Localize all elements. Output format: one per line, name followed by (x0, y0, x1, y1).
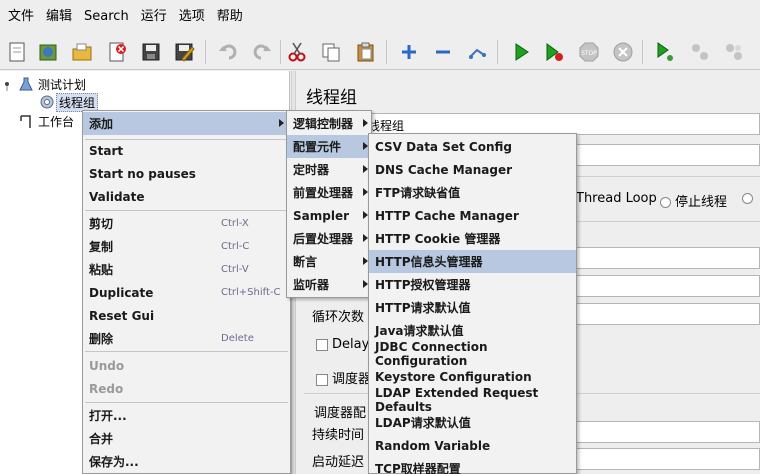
config-item-tcp-sampler-config[interactable]: TCP取样器配置 (369, 457, 576, 474)
toolbar-separator (205, 40, 206, 64)
menu-help[interactable]: 帮助 (211, 0, 249, 34)
stop-test-radio[interactable] (742, 193, 753, 204)
tree-node-workbench[interactable]: 工作台 (18, 112, 76, 130)
open-icon[interactable] (68, 38, 96, 66)
submenu-item-logic-controller[interactable]: 逻辑控制器 (287, 112, 371, 135)
submenu-item-timer[interactable]: 定时器 (287, 158, 371, 181)
test-plan-icon (19, 77, 33, 91)
menu-item-start[interactable]: Start (83, 139, 290, 162)
config-item-ftp-defaults[interactable]: FTP请求缺省值 (369, 181, 576, 204)
config-item-random-variable[interactable]: Random Variable (369, 434, 576, 457)
menu-file[interactable]: 文件 (2, 0, 40, 34)
close-icon[interactable] (103, 38, 131, 66)
menu-item-reset-gui[interactable]: Reset Gui (83, 304, 290, 327)
menu-item-undo: Undo (89, 358, 125, 373)
save-icon[interactable] (137, 38, 165, 66)
menu-item-paste[interactable]: 粘贴 Ctrl-V (83, 258, 290, 281)
menu-run[interactable]: 运行 (135, 0, 173, 34)
gear-icon (40, 95, 54, 109)
config-item-ldap-extended-defaults[interactable]: LDAP Extended Request Defaults (369, 386, 576, 414)
scheduler-checkbox[interactable]: 调度器 (316, 368, 371, 387)
tree-toggle-icon[interactable] (2, 77, 18, 91)
submenu-item-listener[interactable]: 监听器 (287, 273, 371, 296)
save-as-icon[interactable] (170, 38, 198, 66)
remote-start-icon[interactable] (651, 38, 679, 66)
stop-thread-radio[interactable] (660, 197, 671, 208)
config-item-http-cookie-manager[interactable]: HTTP Cookie 管理器 (369, 227, 576, 250)
remote-stop-icon[interactable] (686, 38, 714, 66)
start-icon[interactable] (507, 38, 535, 66)
menu-search[interactable]: Search (78, 0, 135, 34)
undo-icon[interactable] (214, 38, 242, 66)
menu-options[interactable]: 选项 (173, 0, 211, 34)
config-item-http-cache-manager[interactable]: HTTP Cache Manager (369, 204, 576, 227)
menu-edit[interactable]: 编辑 (40, 0, 78, 34)
workbench-icon (20, 115, 31, 128)
stop-icon[interactable]: STOP (575, 38, 603, 66)
menu-item-delete[interactable]: 删除 Delete (83, 327, 290, 350)
config-element-submenu: CSV Data Set Config DNS Cache Manager FT… (368, 133, 577, 474)
stop-test-option[interactable] (742, 191, 757, 206)
config-item-dns-cache-manager[interactable]: DNS Cache Manager (369, 158, 576, 181)
config-item-http-auth-manager[interactable]: HTTP授权管理器 (369, 273, 576, 296)
expand-icon[interactable] (395, 38, 423, 66)
panel-title: 线程组 (306, 88, 357, 108)
toolbar-separator (280, 40, 281, 64)
config-item-jdbc-connection[interactable]: JDBC Connection Configuration (369, 340, 576, 368)
paste-icon[interactable] (352, 38, 380, 66)
config-item-csv-data-set[interactable]: CSV Data Set Config (369, 135, 576, 158)
toggle-icon[interactable] (463, 38, 491, 66)
stop-thread-option[interactable]: 停止线程 (660, 191, 727, 210)
tree-node-thread-group[interactable]: 线程组 (38, 92, 99, 112)
copy-icon[interactable] (317, 38, 345, 66)
menu-item-add[interactable]: 添加 (83, 112, 290, 135)
context-menu: 添加 Start Start no pauses Validate 剪切 Ctrl… (82, 110, 291, 474)
duration-label: 持续时间 (312, 428, 365, 443)
loop-count-label: 循环次数 (312, 310, 365, 325)
config-item-http-header-manager[interactable]: HTTP信息头管理器 (369, 250, 576, 273)
submenu-item-config-element[interactable]: 配置元件 (287, 135, 371, 158)
menu-item-start-no-pauses[interactable]: Start no pauses (83, 162, 290, 185)
new-icon[interactable] (3, 38, 31, 66)
menu-item-cut[interactable]: 剪切 Ctrl-X (83, 212, 290, 235)
toolbar: STOP (0, 34, 760, 70)
submenu-item-pre-processor[interactable]: 前置处理器 (287, 181, 371, 204)
cut-icon[interactable] (283, 38, 311, 66)
submenu-item-post-processor[interactable]: 后置处理器 (287, 227, 371, 250)
menu-bar: 文件 编辑 Search 运行 选项 帮助 (0, 0, 760, 34)
scheduler-config-label: 调度器配 (314, 406, 367, 421)
name-field[interactable]: 线程组 (364, 113, 760, 135)
svg-text:STOP: STOP (581, 50, 597, 57)
redo-icon[interactable] (248, 38, 276, 66)
remote-shutdown-icon[interactable] (720, 38, 748, 66)
submenu-item-assertion[interactable]: 断言 (287, 250, 371, 273)
toolbar-separator (497, 40, 498, 64)
collapse-icon[interactable] (429, 38, 457, 66)
submenu-arrow-icon (279, 119, 284, 127)
submenu-arrow-icon (363, 119, 368, 127)
templates-icon[interactable] (34, 38, 62, 66)
delay-checkbox[interactable]: Delay (316, 337, 369, 352)
toolbar-separator (642, 40, 643, 64)
thread-loop-option[interactable]: Thread Loop (576, 191, 657, 206)
menu-item-save-as[interactable]: 保存为... (83, 450, 290, 473)
startup-delay-label: 启动延迟 (312, 455, 365, 470)
toolbar-separator (386, 40, 387, 64)
shutdown-icon[interactable] (609, 38, 637, 66)
menu-item-validate[interactable]: Validate (83, 185, 290, 208)
menu-item-redo: Redo (89, 381, 124, 396)
start-no-pause-icon[interactable] (540, 38, 568, 66)
tree-node-test-plan[interactable]: 测试计划 (2, 75, 88, 93)
menu-item-open[interactable]: 打开... (83, 404, 290, 427)
menu-item-merge[interactable]: 合并 (83, 427, 290, 450)
menu-item-duplicate[interactable]: Duplicate Ctrl+Shift-C (83, 281, 290, 304)
config-item-ldap-defaults[interactable]: LDAP请求默认值 (369, 411, 576, 434)
config-item-http-request-defaults[interactable]: HTTP请求默认值 (369, 296, 576, 319)
menu-item-copy[interactable]: 复制 Ctrl-C (83, 235, 290, 258)
submenu-item-sampler[interactable]: Sampler (287, 204, 371, 227)
add-submenu: 逻辑控制器 配置元件 定时器 前置处理器 Sampler 后置处理器 断言 监听… (286, 110, 372, 298)
